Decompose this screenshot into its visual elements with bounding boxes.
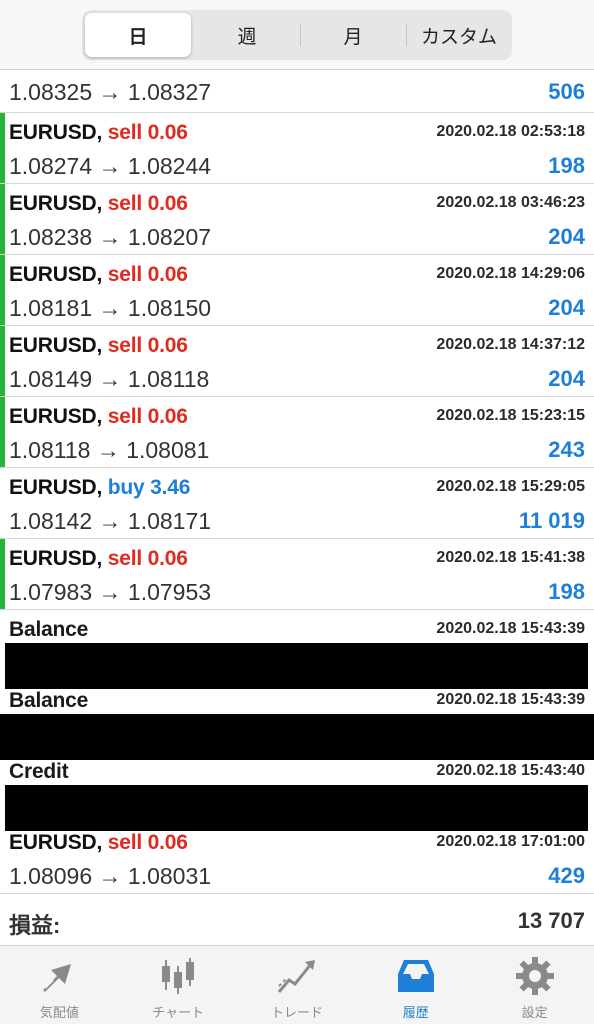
operation-label: Credit <box>9 760 69 783</box>
profit-label: 損益: <box>9 913 61 938</box>
trade-title: EURUSD, sell 0.06 <box>9 121 188 145</box>
symbol: EURUSD, <box>9 476 103 499</box>
redaction-block <box>5 643 588 689</box>
balance-row[interactable]: Balance 2020.02.18 15:43:39 <box>0 681 594 760</box>
history-row[interactable]: EURUSD, sell 0.06 2020.02.18 02:53:18 1.… <box>0 113 594 184</box>
trade-title: EURUSD, sell 0.06 <box>9 547 188 571</box>
summary-section: 損益: 13 707 <box>0 894 594 945</box>
tab-trade[interactable]: トレード <box>238 946 357 1024</box>
price-range: 1.08142 → 1.08171 <box>9 508 212 534</box>
trade-title: EURUSD, sell 0.06 <box>9 192 188 216</box>
trade-time: 2020.02.18 15:29:05 <box>436 478 585 495</box>
history-list[interactable]: 1.08325 → 1.08327 506 EURUSD, sell 0.06 … <box>0 71 594 945</box>
symbol: EURUSD, <box>9 263 103 286</box>
history-row[interactable]: EURUSD, sell 0.06 2020.02.18 15:23:15 1.… <box>0 397 594 468</box>
trade-title: EURUSD, sell 0.06 <box>9 334 188 358</box>
operation-time: 2020.02.18 15:43:39 <box>436 620 585 637</box>
period-segmented-control: 日 週 月 カスタム <box>82 10 512 60</box>
price-range: 1.07983 → 1.07953 <box>9 579 212 605</box>
period-tab-month[interactable]: 月 <box>300 13 406 57</box>
profit-value: 204 <box>548 366 585 391</box>
redaction-block <box>5 785 588 831</box>
history-row[interactable]: EURUSD, sell 0.06 2020.02.18 15:41:38 1.… <box>0 539 594 610</box>
history-row[interactable]: EURUSD, buy 3.46 2020.02.18 15:29:05 1.0… <box>0 468 594 539</box>
trade-time: 2020.02.18 15:41:38 <box>436 549 585 566</box>
tab-label: 履歴 <box>402 1005 429 1020</box>
profit-value: 198 <box>548 579 585 604</box>
history-row[interactable]: EURUSD, sell 0.06 2020.02.18 03:46:23 1.… <box>0 184 594 255</box>
trade-time: 2020.02.18 14:37:12 <box>436 336 585 353</box>
tab-quotes[interactable]: 気配値 <box>0 946 119 1024</box>
trade-side: sell 0.06 <box>107 334 188 357</box>
quotes-icon <box>43 964 72 992</box>
price-range: 1.08096 → 1.08031 <box>9 863 212 889</box>
period-tab-week[interactable]: 週 <box>194 13 300 57</box>
price-range: 1.08274 → 1.08244 <box>9 153 212 179</box>
trade-side: sell 0.06 <box>107 405 188 428</box>
trade-side: sell 0.06 <box>107 831 188 854</box>
profit-value: 204 <box>548 295 585 320</box>
trade-time: 2020.02.18 03:46:23 <box>436 194 585 211</box>
symbol: EURUSD, <box>9 831 103 854</box>
history-row[interactable]: EURUSD, sell 0.06 2020.02.18 17:01:00 1.… <box>0 823 594 894</box>
trade-time: 2020.02.18 14:29:06 <box>436 265 585 282</box>
tab-label: トレード <box>270 1005 323 1020</box>
trade-side: sell 0.06 <box>107 121 188 144</box>
chart-icon <box>162 958 195 994</box>
price-range: 1.08149 → 1.08118 <box>9 366 210 392</box>
trade-time: 2020.02.18 17:01:00 <box>436 833 585 850</box>
price-range: 1.08238 → 1.08207 <box>9 224 212 250</box>
history-row[interactable]: 1.08325 → 1.08327 506 <box>0 71 594 113</box>
period-header: 日 週 月 カスタム <box>0 0 594 70</box>
tab-chart[interactable]: チャート <box>119 946 238 1024</box>
symbol: EURUSD, <box>9 192 103 215</box>
bottom-tab-bar: 気配値 チャート トレード 履歴 設定 <box>0 945 594 1024</box>
period-tab-custom[interactable]: カスタム <box>406 13 512 57</box>
history-row[interactable]: EURUSD, sell 0.06 2020.02.18 14:37:12 1.… <box>0 326 594 397</box>
period-tab-day[interactable]: 日 <box>85 13 191 57</box>
credit-row[interactable]: Credit 2020.02.18 15:43:40 <box>0 752 594 831</box>
profit-value: 506 <box>548 79 585 104</box>
history-row[interactable]: EURUSD, sell 0.06 2020.02.18 14:29:06 1.… <box>0 255 594 326</box>
trade-icon <box>277 960 315 993</box>
trade-time: 2020.02.18 02:53:18 <box>436 123 585 140</box>
price-range: 1.08181 → 1.08150 <box>9 295 212 321</box>
tab-label: 設定 <box>521 1005 548 1020</box>
tab-settings[interactable]: 設定 <box>475 946 594 1024</box>
symbol: EURUSD, <box>9 405 103 428</box>
symbol: EURUSD, <box>9 334 103 357</box>
trade-time: 2020.02.18 15:23:15 <box>436 407 585 424</box>
symbol: EURUSD, <box>9 547 103 570</box>
history-icon <box>397 960 434 992</box>
trade-side: sell 0.06 <box>107 263 188 286</box>
profit-value: 11 019 <box>518 508 585 533</box>
tab-label: チャート <box>152 1005 205 1020</box>
price-range: 1.08118 → 1.08081 <box>9 437 210 463</box>
profit-value: 243 <box>548 437 585 462</box>
tab-label: 気配値 <box>39 1005 79 1020</box>
trade-title: EURUSD, buy 3.46 <box>9 476 190 500</box>
operation-label: Balance <box>9 689 89 712</box>
balance-row[interactable]: Balance 2020.02.18 15:43:39 <box>0 610 594 689</box>
operation-time: 2020.02.18 15:43:39 <box>436 691 585 708</box>
trade-side: sell 0.06 <box>107 547 188 570</box>
profit-total: 13 707 <box>517 908 585 933</box>
price-range: 1.08325 → 1.08327 <box>9 79 212 105</box>
trade-title: EURUSD, sell 0.06 <box>9 831 188 855</box>
settings-icon <box>515 957 554 995</box>
profit-value: 429 <box>548 863 585 888</box>
trade-side: sell 0.06 <box>107 192 188 215</box>
operation-time: 2020.02.18 15:43:40 <box>436 762 585 779</box>
symbol: EURUSD, <box>9 121 103 144</box>
trade-side: buy 3.46 <box>107 476 191 499</box>
tab-history[interactable]: 履歴 <box>356 946 475 1024</box>
operation-label: Balance <box>9 618 89 641</box>
trade-title: EURUSD, sell 0.06 <box>9 263 188 287</box>
profit-value: 204 <box>548 224 585 249</box>
redaction-block <box>0 714 594 760</box>
profit-value: 198 <box>548 153 585 178</box>
trade-title: EURUSD, sell 0.06 <box>9 405 188 429</box>
